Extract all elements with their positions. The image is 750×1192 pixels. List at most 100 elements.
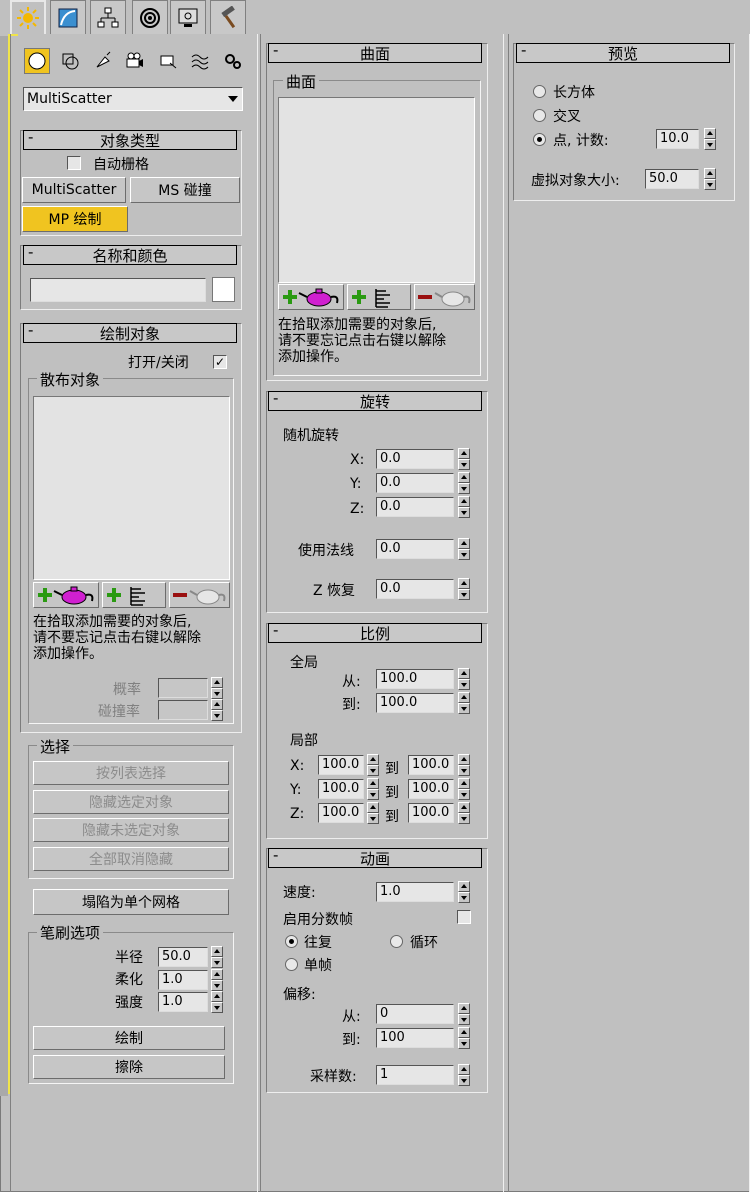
rot-y-input[interactable]: 0.0	[376, 473, 454, 493]
single-frame-radio[interactable]	[285, 958, 298, 971]
onoff-checkbox[interactable]: ✓	[213, 355, 227, 369]
scale-y-from-input[interactable]: 100.0	[318, 779, 364, 799]
scale-x-to-spinner[interactable]	[458, 754, 470, 776]
speed-input[interactable]: 1.0	[376, 882, 454, 902]
shapes-category-button[interactable]	[57, 48, 83, 74]
pingpong-radio[interactable]	[285, 935, 298, 948]
helpers-category-button[interactable]	[155, 48, 181, 74]
tab-display[interactable]	[170, 0, 206, 34]
object-color-swatch[interactable]	[212, 277, 235, 302]
hide-unselected-button[interactable]: 隐藏未选定对象	[33, 818, 229, 842]
probability-input[interactable]	[158, 678, 208, 698]
scale-to-spinner[interactable]	[458, 692, 470, 714]
collide-rate-spinner[interactable]	[211, 699, 223, 721]
fraction-frames-checkbox[interactable]	[457, 910, 471, 924]
point-count-spinner[interactable]	[704, 128, 716, 150]
pick-add-object-button[interactable]	[33, 582, 99, 608]
scale-to-input[interactable]: 100.0	[376, 693, 454, 713]
object-type-header[interactable]: - 对象类型	[23, 128, 237, 150]
scale-from-input[interactable]: 100.0	[376, 669, 454, 689]
dummy-size-spinner[interactable]	[704, 168, 716, 190]
strength-spinner[interactable]	[211, 991, 223, 1013]
soften-spinner[interactable]	[211, 969, 223, 991]
offset-to-spinner[interactable]	[458, 1027, 470, 1049]
hide-selected-button[interactable]: 隐藏选定对象	[33, 790, 229, 814]
name-color-header[interactable]: - 名称和颜色	[23, 243, 237, 265]
unhide-all-button[interactable]: 全部取消隐藏	[33, 847, 229, 871]
cameras-category-button[interactable]	[122, 48, 148, 74]
rot-z-spinner[interactable]	[458, 496, 470, 518]
rot-z-input[interactable]: 0.0	[376, 497, 454, 517]
spacewarps-category-button[interactable]	[187, 48, 213, 74]
systems-category-button[interactable]	[219, 48, 245, 74]
surface-list[interactable]	[278, 97, 475, 283]
scale-x-from-input[interactable]: 100.0	[318, 755, 364, 775]
remove-surface-button[interactable]	[414, 284, 475, 310]
scale-z-to-input[interactable]: 100.0	[408, 803, 454, 823]
speed-spinner[interactable]	[458, 881, 470, 903]
ms-collision-button[interactable]: MS 碰撞	[130, 177, 240, 203]
dummy-size-input[interactable]: 50.0	[645, 169, 699, 189]
scatter-objects-list[interactable]	[33, 396, 230, 580]
tab-hierarchy[interactable]	[90, 0, 126, 34]
point-radio[interactable]	[533, 133, 546, 146]
loop-radio[interactable]	[390, 935, 403, 948]
pick-add-surface-button[interactable]	[278, 284, 344, 310]
tab-utilities[interactable]	[210, 0, 246, 34]
samples-spinner[interactable]	[458, 1064, 470, 1086]
collide-rate-input[interactable]	[158, 700, 208, 720]
lights-category-button[interactable]	[90, 48, 116, 74]
radius-spinner[interactable]	[211, 946, 223, 968]
add-from-list-button[interactable]	[102, 582, 166, 608]
paint-objects-header[interactable]: - 绘制对象	[23, 321, 237, 343]
offset-from-spinner[interactable]	[458, 1003, 470, 1025]
object-name-input[interactable]	[30, 278, 206, 302]
select-by-list-button[interactable]: 按列表选择	[33, 761, 229, 785]
paint-button[interactable]: 绘制	[33, 1026, 225, 1050]
offset-to-input[interactable]: 100	[376, 1028, 454, 1048]
rot-x-spinner[interactable]	[458, 448, 470, 470]
collapse-to-mesh-button[interactable]: 塌陷为单个网格	[33, 889, 229, 915]
scale-y-to-input[interactable]: 100.0	[408, 779, 454, 799]
multiscatter-button[interactable]: MultiScatter	[22, 177, 126, 203]
strength-input[interactable]: 1.0	[158, 992, 208, 1012]
scale-x-from-spinner[interactable]	[367, 754, 379, 776]
point-count-input[interactable]: 10.0	[656, 129, 699, 149]
scale-y-to-spinner[interactable]	[458, 778, 470, 800]
scale-y-from-spinner[interactable]	[367, 778, 379, 800]
soften-input[interactable]: 1.0	[158, 970, 208, 990]
animation-header[interactable]: - 动画	[268, 846, 482, 868]
z-restore-input[interactable]: 0.0	[376, 579, 454, 599]
box-radio[interactable]	[533, 85, 546, 98]
tab-create[interactable]	[10, 0, 46, 34]
rot-x-input[interactable]: 0.0	[376, 449, 454, 469]
scale-x-to-input[interactable]: 100.0	[408, 755, 454, 775]
probability-spinner[interactable]	[211, 677, 223, 699]
offset-from-input[interactable]: 0	[376, 1004, 454, 1024]
autogrid-checkbox[interactable]	[67, 156, 81, 170]
erase-button[interactable]: 擦除	[33, 1055, 225, 1079]
remove-object-button[interactable]	[169, 582, 230, 608]
surface-header[interactable]: - 曲面	[268, 41, 482, 63]
rot-y-spinner[interactable]	[458, 472, 470, 494]
scale-z-from-input[interactable]: 100.0	[318, 803, 364, 823]
z-restore-spinner[interactable]	[458, 578, 470, 600]
paint-objects-title: 绘制对象	[99, 324, 160, 343]
scale-z-from-spinner[interactable]	[367, 802, 379, 824]
preview-header[interactable]: - 预览	[516, 41, 730, 63]
category-dropdown[interactable]: MultiScatter	[23, 87, 243, 111]
radius-input[interactable]: 50.0	[158, 947, 208, 967]
rotation-header[interactable]: - 旋转	[268, 389, 482, 411]
tab-motion[interactable]	[132, 0, 168, 34]
scale-header[interactable]: - 比例	[268, 621, 482, 643]
scale-from-spinner[interactable]	[458, 668, 470, 690]
geometry-category-button[interactable]	[24, 48, 50, 74]
use-normal-input[interactable]: 0.0	[376, 539, 454, 559]
samples-input[interactable]: 1	[376, 1065, 454, 1085]
tab-modify[interactable]	[50, 0, 86, 34]
use-normal-spinner[interactable]	[458, 538, 470, 560]
scale-z-to-spinner[interactable]	[458, 802, 470, 824]
cross-radio[interactable]	[533, 109, 546, 122]
mp-paint-button[interactable]: MP 绘制	[22, 206, 128, 232]
add-surface-from-list-button[interactable]	[347, 284, 411, 310]
